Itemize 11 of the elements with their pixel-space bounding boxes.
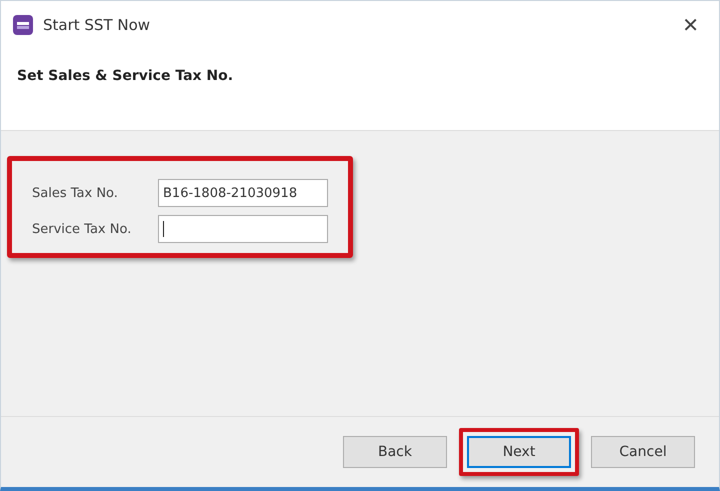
field-label: Service Tax No. [32, 222, 132, 236]
close-button[interactable]: ✕ [676, 13, 705, 37]
dialog-button[interactable]: Back [343, 436, 447, 468]
field-label: Sales Tax No. [32, 186, 119, 200]
input-field[interactable] [158, 215, 328, 243]
dialog-button[interactable]: Next [467, 436, 571, 468]
dialog-button[interactable]: Cancel [591, 436, 695, 468]
window-title: Start SST Now [43, 16, 150, 34]
app-icon [13, 15, 33, 35]
input-field[interactable]: B16-1808-21030918 [158, 179, 328, 207]
page-heading: Set Sales & Service Tax No. [17, 68, 234, 84]
